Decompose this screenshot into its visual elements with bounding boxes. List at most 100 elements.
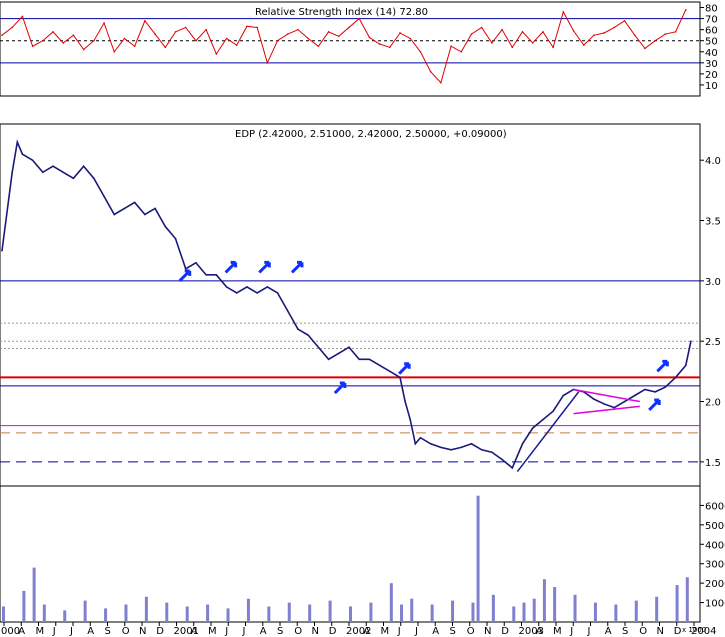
x-tick-label: D [674,626,682,637]
rsi-point [603,32,605,34]
rsi-point [246,25,248,28]
rsi-point [195,39,197,42]
price-point [42,171,44,174]
x-tick-label: J [69,626,73,637]
stock-chart: Relative Strength Index (14) 72.80 EDP (… [0,1,725,637]
price-point [205,274,207,276]
x-tick-label: O [639,626,647,637]
rsi-point [358,17,361,20]
volume-bar [410,598,414,622]
rsi-point [144,20,146,22]
volume-bar [451,600,455,622]
rsi-point [307,37,309,40]
volume-bar [63,610,67,622]
price-point [593,398,595,400]
volume-bar [185,606,189,622]
price-point [521,442,524,445]
price-point [297,328,299,330]
volume-bar [32,567,36,622]
price-point [164,225,167,228]
rsi-point [266,62,269,64]
price-point [389,370,391,373]
x-tick-label: A [191,626,198,637]
x-tick-label: A [605,626,612,637]
x-tick-label: O [122,626,130,637]
rsi-point [440,81,442,84]
y-tick-label: 30 [705,59,718,70]
x-tick-label: J [224,626,228,637]
rsi-point [11,26,14,29]
volume-bar [206,604,210,622]
rsi-point [368,36,371,39]
x-tick-label: M [381,626,390,637]
volume-bar [553,587,557,622]
volume-bar [287,602,291,622]
price-point [113,213,116,216]
y-tick-label: 2.5 [705,337,721,348]
price-point [684,364,687,367]
price-point [62,171,65,174]
price-point [531,427,534,429]
price-point [276,292,279,294]
price-point [31,159,34,161]
rsi-point [593,34,595,36]
price-point [511,467,514,469]
rsi-point [123,37,126,40]
x-tick-label: J [587,626,591,637]
price-point [470,442,473,445]
x-tick-label: O [467,626,475,637]
volume-bar [476,495,480,622]
y-tick-label: 50 [705,37,718,48]
rsi-point [317,45,320,48]
price-point [542,418,544,421]
volume-bar [655,596,659,622]
price-point [317,346,320,349]
rsi-point [113,50,116,53]
volume-bar [349,606,352,622]
volume-bar [400,604,404,622]
price-point [93,177,95,180]
x-tick-label: A [363,626,370,637]
price-point [225,286,228,288]
x-tick-label: J [397,626,401,637]
y-tick-label: 3.0 [705,277,721,288]
x-tick-label: A [18,626,25,637]
price-point [16,141,19,143]
rsi-point [389,46,391,49]
y-tick-label: 50000 [705,521,725,532]
volume-bar [144,596,148,622]
x-tick-label: M [36,626,45,637]
rsi-point [205,28,207,31]
volume-bar [165,602,169,622]
y-tick-label: 80 [705,4,718,15]
y-tick-label: 20 [705,70,718,81]
y-tick-label: 40 [705,48,718,59]
x-tick-label: N [312,626,319,637]
price-point [562,394,565,397]
x-tick-label: S [105,626,111,637]
price-point [266,286,269,288]
price-point [256,292,258,294]
rsi-point [164,46,167,49]
volume-bar [42,604,46,622]
price-point [460,446,463,449]
chart-frame [0,1,701,623]
y-tick-label: 20000 [705,579,725,590]
y-tick-label: 10000 [705,599,725,610]
volume-bar [685,577,689,622]
price-point [327,358,330,361]
x-tick-label: J [242,626,246,637]
x-tick-label: N [657,626,664,637]
y-tick-label: 60 [705,26,718,37]
price-point [133,201,136,204]
y-tick-label: 1.5 [705,458,721,469]
rsi-point [521,31,524,33]
rsi-point [633,34,636,36]
rsi-point [409,37,412,40]
y-tick-label: 40000 [705,540,725,551]
price-point [195,261,197,264]
x-tick-label: A [536,626,543,637]
volume-bar [573,594,577,622]
rsi-point [429,70,432,73]
rsi-point [297,28,299,31]
